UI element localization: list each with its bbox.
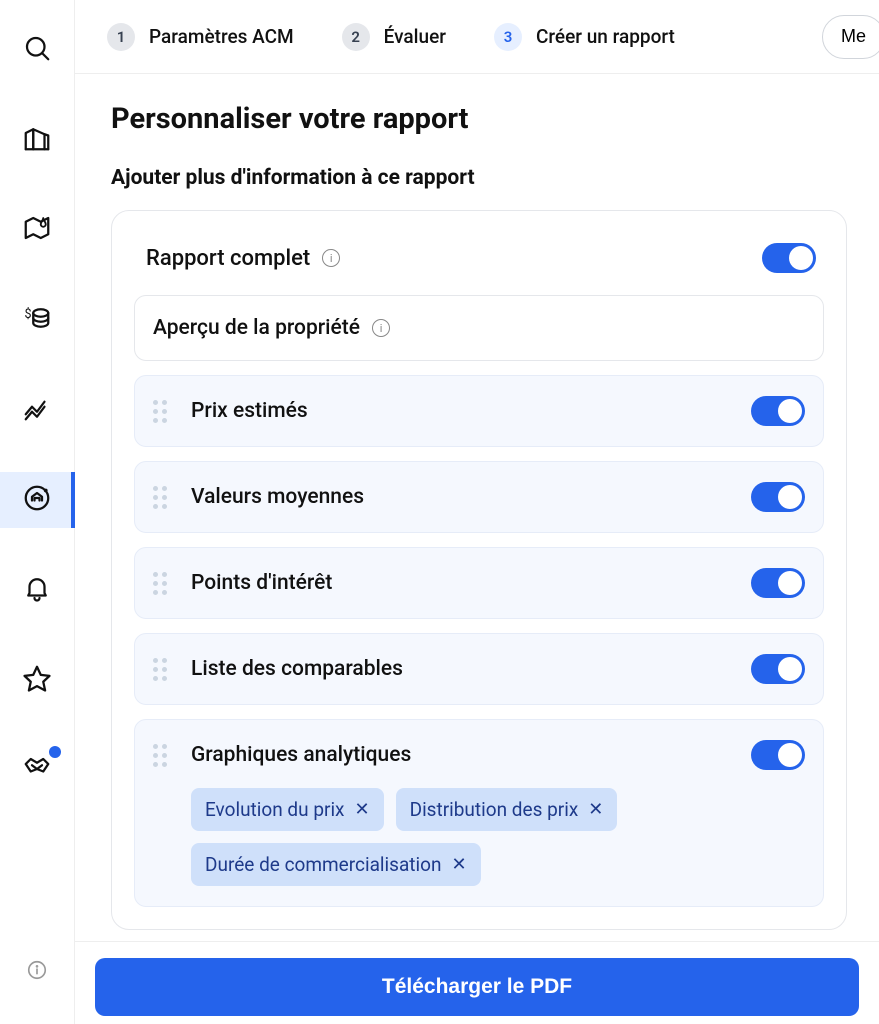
option-property-overview: Aperçu de la propriété i: [134, 295, 824, 361]
full-report-label: Rapport complet: [146, 246, 310, 271]
charts-toggle[interactable]: [751, 740, 805, 770]
handshake-icon: [22, 749, 52, 783]
close-icon[interactable]: ✕: [355, 799, 370, 820]
option-avg-values: Valeurs moyennes: [134, 461, 824, 533]
map-fire-icon: [22, 213, 52, 247]
drag-handle-icon[interactable]: [153, 486, 175, 509]
bell-icon: [22, 573, 52, 607]
sidebar-item-search[interactable]: [0, 22, 75, 78]
step-number: 2: [342, 23, 370, 51]
avg-values-toggle[interactable]: [751, 482, 805, 512]
option-label: Aperçu de la propriété: [153, 316, 360, 340]
sidebar-item-finance[interactable]: $: [0, 292, 75, 348]
option-points-of-interest: Points d'intérêt: [134, 547, 824, 619]
chip-price-distribution: Distribution des prix ✕: [396, 788, 618, 831]
step-3[interactable]: 3 Créer un rapport: [470, 0, 699, 73]
info-icon[interactable]: i: [372, 319, 390, 337]
step-1[interactable]: 1 Paramètres ACM: [83, 0, 318, 73]
drag-handle-icon[interactable]: [153, 572, 175, 595]
sidebar-item-trends[interactable]: [0, 382, 75, 438]
sidebar-item-partners[interactable]: [0, 742, 75, 790]
chip-label: Distribution des prix: [410, 798, 579, 821]
drag-handle-icon[interactable]: [153, 658, 175, 681]
download-pdf-button[interactable]: Télécharger le PDF: [95, 958, 859, 1016]
home-circle-icon: [22, 483, 52, 517]
trends-icon: [22, 393, 52, 427]
chip-time-on-market: Durée de commercialisation ✕: [191, 843, 481, 886]
sidebar-item-info[interactable]: [0, 944, 75, 1000]
buildings-icon: [22, 123, 52, 157]
search-icon: [22, 33, 52, 67]
sidebar-nav: $: [0, 0, 75, 1024]
full-report-toggle[interactable]: [762, 243, 816, 273]
step-2[interactable]: 2 Évaluer: [318, 0, 470, 73]
chip-price-evolution: Evolution du prix ✕: [191, 788, 384, 831]
content-area: Personnaliser votre rapport Ajouter plus…: [75, 74, 879, 941]
full-report-row: Rapport complet i: [134, 237, 824, 295]
info-icon[interactable]: i: [322, 249, 340, 267]
drag-handle-icon[interactable]: [153, 744, 175, 767]
chip-label: Evolution du prix: [205, 798, 345, 821]
step-label: Évaluer: [384, 25, 446, 48]
option-label: Valeurs moyennes: [191, 485, 364, 509]
info-icon: [26, 959, 48, 985]
sidebar-item-buildings[interactable]: [0, 112, 75, 168]
option-comparables-list: Liste des comparables: [134, 633, 824, 705]
sidebar-item-home-valuation[interactable]: [0, 472, 75, 528]
chip-label: Durée de commercialisation: [205, 853, 441, 876]
comparables-toggle[interactable]: [751, 654, 805, 684]
drag-handle-icon[interactable]: [153, 400, 175, 423]
option-label: Prix estimés: [191, 399, 308, 423]
step-number: 1: [107, 23, 135, 51]
step-label: Créer un rapport: [536, 25, 675, 48]
chart-chips: Evolution du prix ✕ Distribution des pri…: [191, 788, 805, 886]
step-number: 3: [494, 23, 522, 51]
estimated-prices-toggle[interactable]: [751, 396, 805, 426]
page-title: Personnaliser votre rapport: [111, 102, 847, 136]
step-label: Paramètres ACM: [149, 25, 294, 48]
footer-bar: Télécharger le PDF: [75, 941, 879, 1024]
sidebar-item-notifications[interactable]: [0, 562, 75, 618]
close-icon[interactable]: ✕: [588, 799, 603, 820]
sidebar-item-favorites[interactable]: [0, 652, 75, 708]
poi-toggle[interactable]: [751, 568, 805, 598]
section-subtitle: Ajouter plus d'information à ce rapport: [111, 166, 847, 190]
option-estimated-prices: Prix estimés: [134, 375, 824, 447]
wizard-stepper: 1 Paramètres ACM 2 Évaluer 3 Créer un ra…: [75, 0, 879, 74]
option-analytical-charts: Graphiques analytiques Evolution du prix…: [134, 719, 824, 907]
notification-dot: [49, 746, 61, 758]
report-panel: Rapport complet i Aperçu de la propriété…: [111, 210, 847, 930]
option-label: Points d'intérêt: [191, 571, 332, 595]
option-label: Graphiques analytiques: [191, 743, 411, 767]
dollar-coins-icon: $: [22, 303, 52, 337]
option-label: Liste des comparables: [191, 657, 403, 681]
sidebar-item-map-fire[interactable]: [0, 202, 75, 258]
close-icon[interactable]: ✕: [451, 854, 466, 875]
svg-text:$: $: [25, 307, 32, 322]
star-icon: [22, 663, 52, 697]
menu-button[interactable]: Me: [822, 15, 879, 59]
